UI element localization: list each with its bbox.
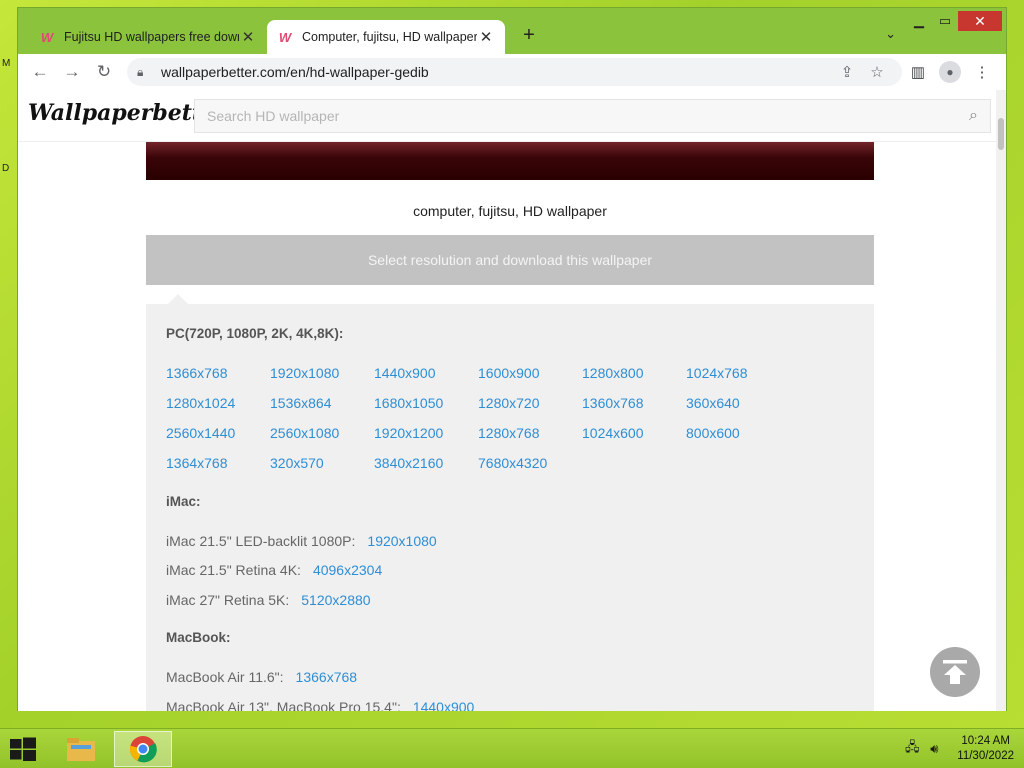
scrollbar-thumb[interactable]: [998, 118, 1004, 150]
back-to-top-button[interactable]: [930, 647, 980, 697]
resolution-link[interactable]: 1280x800: [582, 365, 644, 381]
profile-button[interactable]: ●: [934, 58, 966, 86]
resolution-panel: PC(720P, 1080P, 2K, 4K,8K): 1366x768 192…: [146, 304, 874, 711]
wallpaperbetter-favicon-icon: W: [40, 29, 54, 45]
macbook-row: MacBook Air 13", MacBook Pro 15.4": 1440…: [166, 699, 474, 711]
resolution-link[interactable]: 1364x768: [166, 455, 228, 471]
new-tab-button[interactable]: +: [518, 24, 540, 47]
folder-icon: [67, 738, 95, 761]
system-tray: 🖧︎ 🔊︎ 10:24 AM 11/30/2022: [901, 732, 1014, 766]
resolution-link[interactable]: 1920x1080: [367, 533, 436, 549]
macbook-section-title: MacBook:: [166, 630, 231, 645]
resolution-link[interactable]: 1024x600: [582, 425, 644, 441]
tab-strip: W Fujitsu HD wallpapers free down ✕ W Co…: [18, 8, 1006, 54]
device-label: iMac 27" Retina 5K:: [166, 592, 290, 608]
resolution-link[interactable]: 2560x1440: [166, 425, 235, 441]
avatar: ●: [939, 61, 961, 83]
resolution-link[interactable]: 3840x2160: [374, 455, 443, 471]
resolution-link[interactable]: 5120x2880: [301, 592, 370, 608]
browser-window: W Fujitsu HD wallpapers free down ✕ W Co…: [17, 7, 1007, 711]
resolution-link[interactable]: 1280x1024: [166, 395, 235, 411]
resolution-link[interactable]: 360x640: [686, 395, 740, 411]
tab-title: Computer, fujitsu, HD wallpaper |: [302, 30, 477, 44]
resolution-link[interactable]: 1440x900: [374, 365, 436, 381]
toolbar-right: ▥ ● ⋮: [902, 58, 998, 86]
resolution-link[interactable]: 7680x4320: [478, 455, 547, 471]
desktop-icon-fragment: D: [2, 163, 10, 174]
resolution-link[interactable]: 1440x900: [413, 699, 475, 711]
taskbar: 🖧︎ 🔊︎ 10:24 AM 11/30/2022: [0, 728, 1024, 768]
chrome-taskbar-button[interactable]: [114, 731, 172, 767]
page-scrollbar[interactable]: [996, 90, 1006, 711]
imac-section-title: iMac:: [166, 494, 201, 509]
resolution-link[interactable]: 800x600: [686, 425, 740, 441]
tab-fujitsu-wallpapers[interactable]: W Fujitsu HD wallpapers free down ✕: [29, 20, 267, 54]
menu-kebab-icon[interactable]: ⋮: [966, 58, 998, 86]
close-tab-icon[interactable]: ✕: [477, 28, 495, 46]
network-icon[interactable]: 🖧︎: [901, 738, 923, 760]
desktop-icon-fragment: M: [2, 58, 11, 69]
maximize-button[interactable]: ▭: [932, 11, 958, 31]
volume-icon[interactable]: 🔊︎: [923, 741, 945, 757]
resolution-link[interactable]: 1366x768: [296, 669, 358, 685]
reload-button[interactable]: ↻: [88, 56, 120, 88]
imac-row: iMac 27" Retina 5K: 5120x2880: [166, 592, 371, 608]
bookmark-star-icon[interactable]: ☆: [862, 63, 892, 81]
tab-title: Fujitsu HD wallpapers free down: [64, 30, 239, 44]
address-bar[interactable]: 🔒︎ wallpaperbetter.com/en/hd-wallpaper-g…: [127, 58, 902, 86]
macbook-row: MacBook Air 11.6": 1366x768: [166, 669, 357, 685]
resolution-link[interactable]: 1280x720: [478, 395, 540, 411]
pc-section-title: PC(720P, 1080P, 2K, 4K,8K):: [166, 326, 344, 341]
resolution-link[interactable]: 1920x1080: [270, 365, 339, 381]
close-window-button[interactable]: ✕: [958, 11, 1002, 31]
window-controls: ▁ ▭ ✕: [906, 11, 1002, 31]
panel-pointer: [168, 294, 188, 304]
search-input[interactable]: [207, 108, 970, 124]
minimize-button[interactable]: ▁: [906, 11, 932, 31]
wallpaperbetter-favicon-icon: W: [278, 29, 292, 45]
device-label: iMac 21.5" Retina 4K:: [166, 562, 301, 578]
search-box: ⌕: [194, 99, 991, 133]
side-panel-icon[interactable]: ▥: [902, 58, 934, 86]
browser-toolbar: ← → ↻ 🔒︎ wallpaperbetter.com/en/hd-wallp…: [18, 54, 1006, 90]
resolution-link[interactable]: 1600x900: [478, 365, 540, 381]
url-text: wallpaperbetter.com/en/hd-wallpaper-gedi…: [161, 64, 429, 80]
resolution-link[interactable]: 1680x1050: [374, 395, 443, 411]
device-label: MacBook Air 13", MacBook Pro 15.4":: [166, 699, 401, 711]
share-icon[interactable]: ⇪: [832, 63, 862, 81]
clock-time: 10:24 AM: [961, 735, 1010, 747]
chrome-icon: [129, 736, 157, 763]
resolution-link[interactable]: 1024x768: [686, 365, 748, 381]
resolution-link[interactable]: 1536x864: [270, 395, 332, 411]
clock[interactable]: 10:24 AM 11/30/2022: [957, 734, 1014, 764]
tab-search-chevron-icon[interactable]: ⌄: [885, 26, 896, 42]
resolution-link[interactable]: 1920x1200: [374, 425, 443, 441]
imac-row: iMac 21.5" LED-backlit 1080P: 1920x1080: [166, 533, 437, 549]
site-header: Wallpaperbetter ⌕: [18, 90, 996, 142]
resolution-link[interactable]: 1280x768: [478, 425, 540, 441]
resolution-link[interactable]: 2560x1080: [270, 425, 339, 441]
search-icon[interactable]: ⌕: [969, 107, 978, 125]
forward-button[interactable]: →: [56, 56, 88, 88]
resolution-link[interactable]: 1366x768: [166, 365, 228, 381]
lock-icon: 🔒︎: [137, 64, 144, 79]
resolution-link[interactable]: 320x570: [270, 455, 324, 471]
device-label: iMac 21.5" LED-backlit 1080P:: [166, 533, 356, 549]
back-button[interactable]: ←: [24, 56, 56, 88]
device-label: MacBook Air 11.6":: [166, 669, 284, 685]
tab-computer-fujitsu[interactable]: W Computer, fujitsu, HD wallpaper | ✕: [267, 20, 505, 54]
page-viewport: Wallpaperbetter ⌕ computer, fujitsu, HD …: [18, 90, 1006, 711]
resolution-link[interactable]: 4096x2304: [313, 562, 382, 578]
download-header: Select resolution and download this wall…: [146, 235, 874, 285]
file-explorer-taskbar-button[interactable]: [52, 731, 110, 767]
wallpaper-caption: computer, fujitsu, HD wallpaper: [413, 203, 607, 219]
start-button[interactable]: [8, 736, 38, 762]
windows-logo-icon: [10, 737, 36, 761]
resolution-link[interactable]: 1360x768: [582, 395, 644, 411]
clock-date: 11/30/2022: [957, 750, 1014, 762]
close-tab-icon[interactable]: ✕: [239, 28, 257, 46]
imac-row: iMac 21.5" Retina 4K: 4096x2304: [166, 562, 382, 578]
arrow-up-to-line-icon: [943, 660, 967, 684]
